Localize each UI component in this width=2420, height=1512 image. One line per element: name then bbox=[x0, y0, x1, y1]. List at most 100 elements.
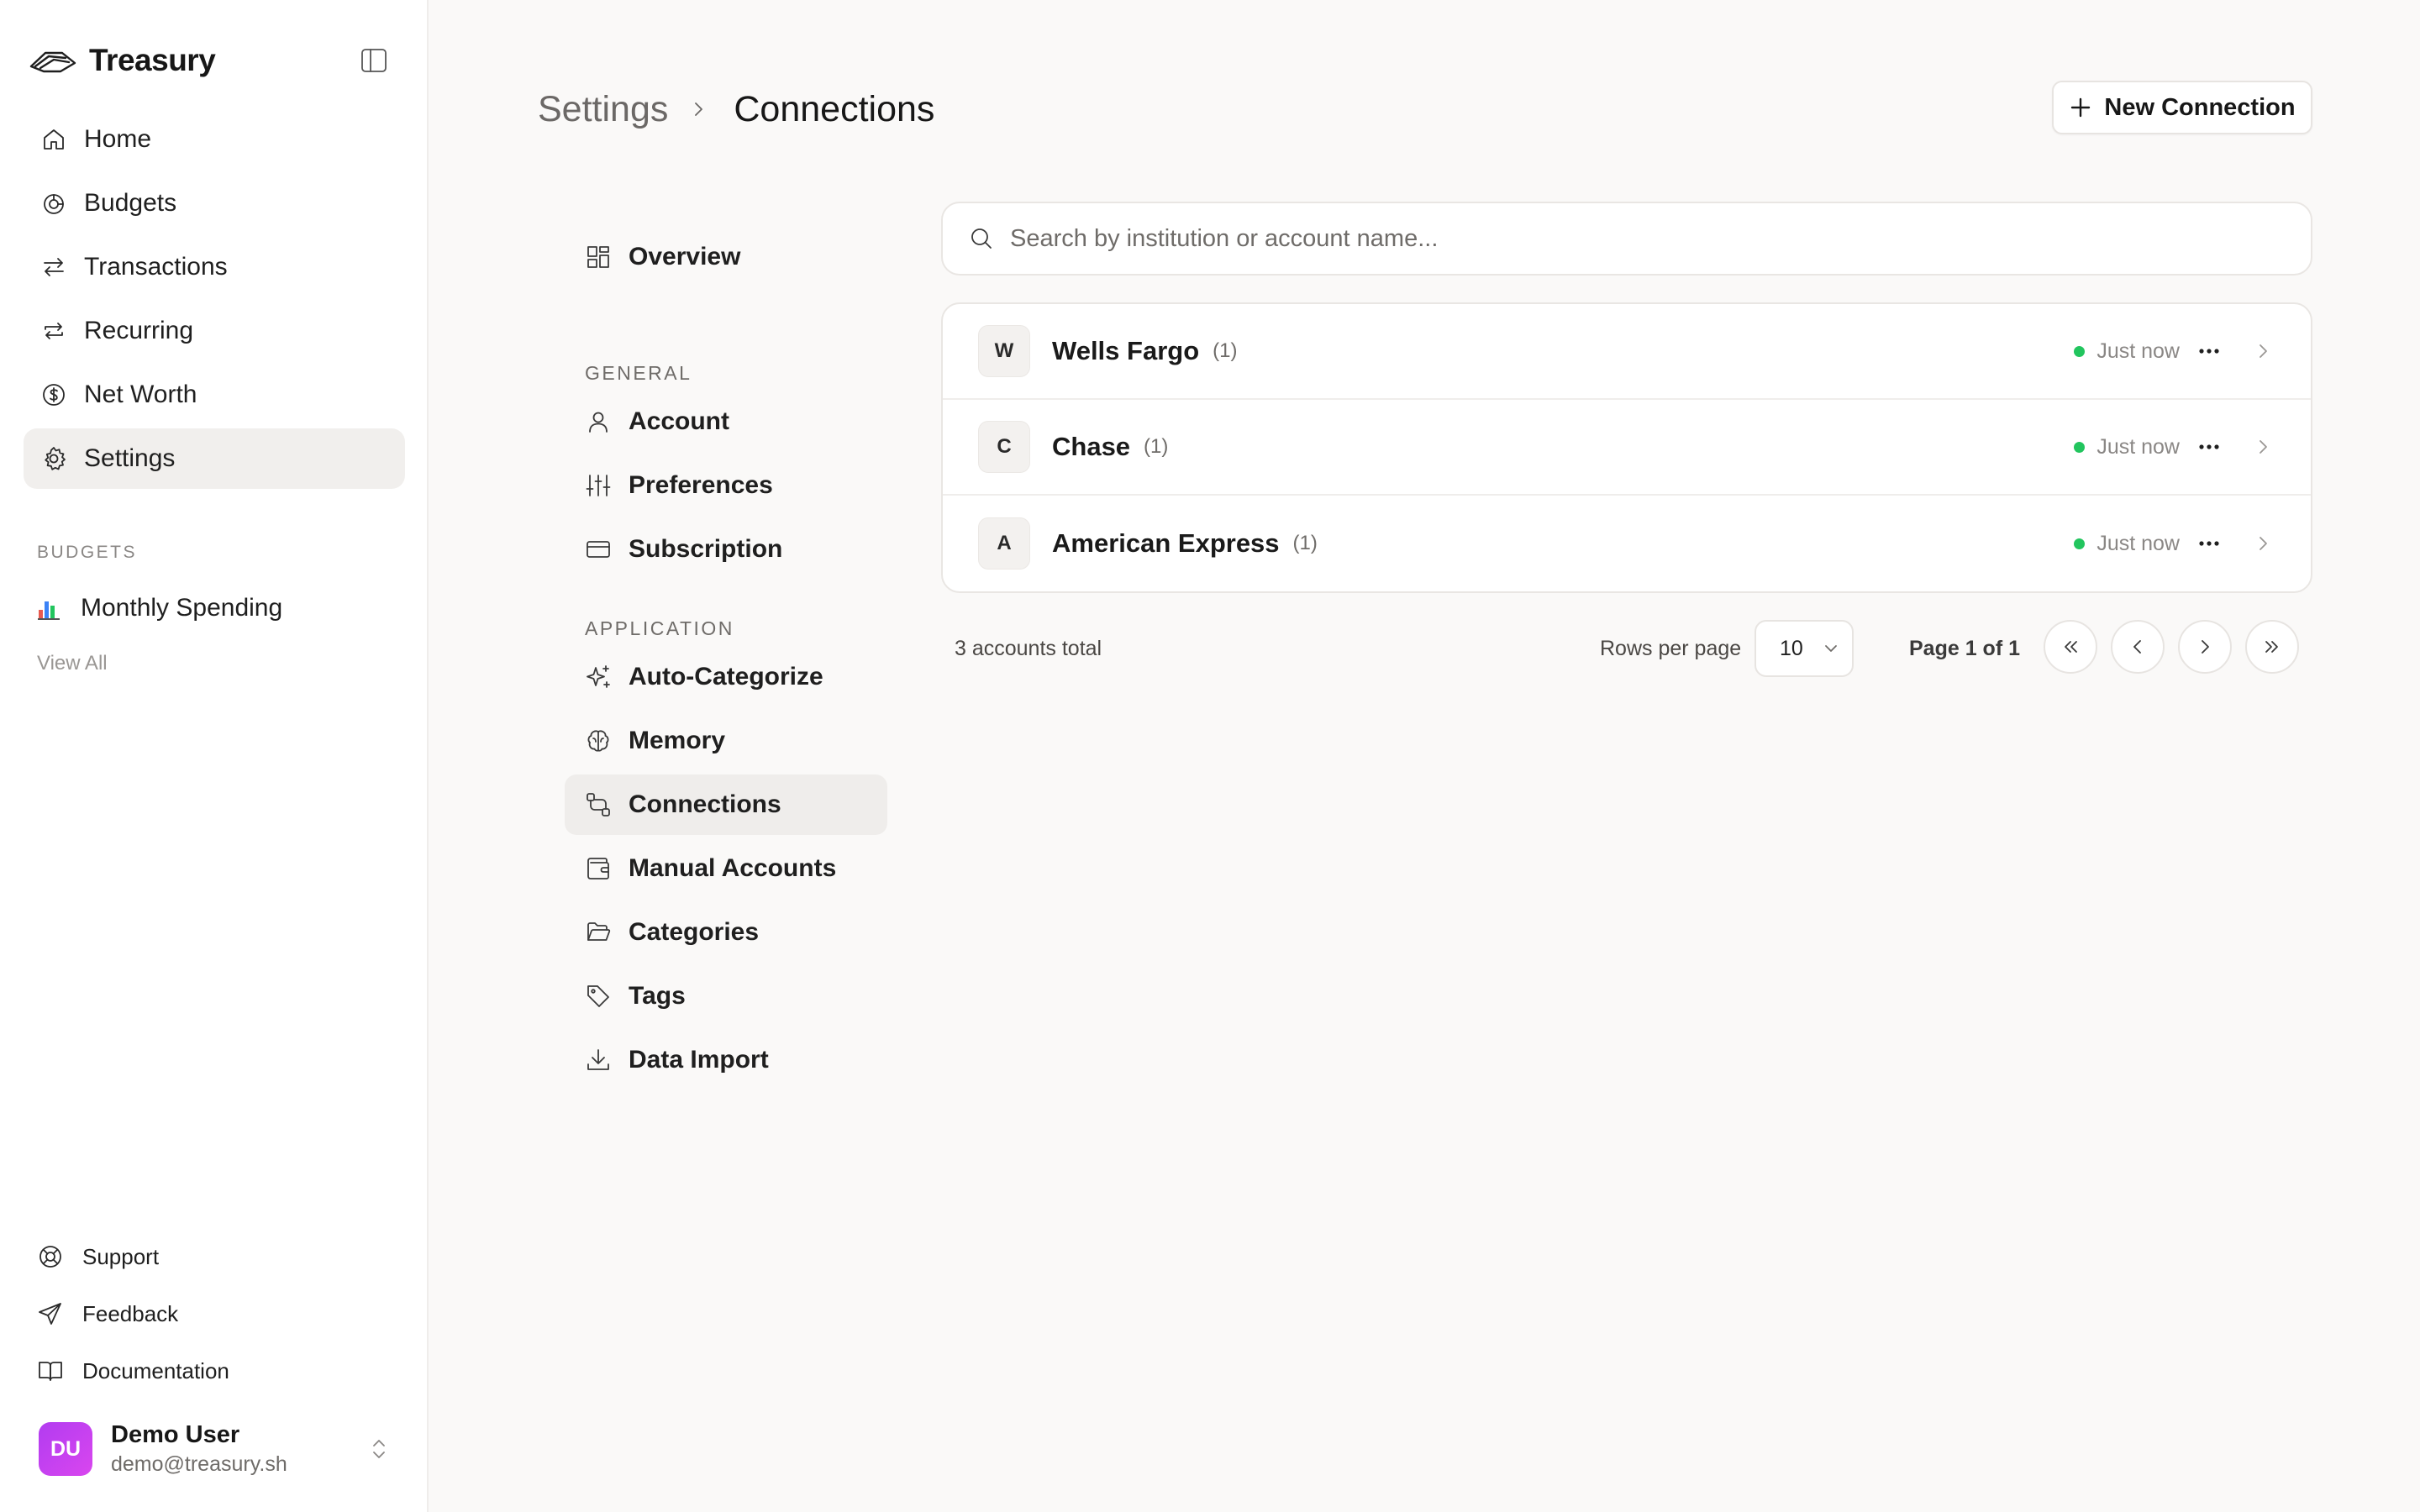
page-indicator: Page 1 of 1 bbox=[1909, 637, 2020, 660]
institution-initial: W bbox=[978, 325, 1030, 377]
last-page-button[interactable] bbox=[2245, 620, 2299, 674]
sync-status-text: Just now bbox=[2096, 531, 2180, 555]
nav-item-label: Net Worth bbox=[84, 381, 197, 408]
user-email: demo@treasury.sh bbox=[111, 1452, 287, 1476]
download-icon bbox=[585, 1047, 612, 1074]
brand[interactable]: Treasury bbox=[29, 40, 216, 81]
sidebar-toggle-icon[interactable] bbox=[360, 47, 388, 74]
settings-item-label: Auto-Categorize bbox=[629, 663, 823, 690]
settings-item-data-import[interactable]: Data Import bbox=[565, 1030, 887, 1090]
settings-item-overview[interactable]: Overview bbox=[565, 227, 887, 287]
support-link[interactable]: Support bbox=[37, 1228, 229, 1285]
connection-row-american-express[interactable]: A American Express (1) Just now bbox=[943, 496, 2311, 591]
first-page-button[interactable] bbox=[2044, 620, 2097, 674]
view-all-link[interactable]: View All bbox=[37, 652, 108, 675]
settings-item-tags[interactable]: Tags bbox=[565, 966, 887, 1026]
rows-per-page-label: Rows per page bbox=[1600, 637, 1742, 660]
status-dot-icon bbox=[2074, 441, 2086, 453]
lifebuoy-icon bbox=[37, 1243, 64, 1270]
status-dot-icon bbox=[2074, 538, 2086, 549]
tag-icon bbox=[585, 983, 612, 1010]
settings-item-label: Connections bbox=[629, 790, 781, 818]
user-menu[interactable]: DU Demo User demo@treasury.sh bbox=[39, 1420, 392, 1478]
institution-name: American Express bbox=[1052, 528, 1280, 558]
more-options-icon[interactable] bbox=[2196, 434, 2222, 459]
rows-per-page-select[interactable]: 10 bbox=[1754, 620, 1854, 677]
bar-chart-icon bbox=[37, 596, 60, 620]
settings-item-memory[interactable]: Memory bbox=[565, 711, 887, 771]
budgets-section-title: BUDGETS bbox=[37, 543, 138, 562]
plus-icon bbox=[2069, 96, 2092, 119]
nav-item-settings[interactable]: Settings bbox=[24, 428, 405, 489]
chevron-down-icon bbox=[1822, 639, 1840, 658]
sidebar: Treasury Home Budgets Transactions Recur… bbox=[0, 0, 429, 1512]
settings-item-label: Preferences bbox=[629, 471, 773, 499]
chevrons-right-icon bbox=[2261, 636, 2283, 658]
net-worth-icon bbox=[40, 381, 67, 408]
chevron-right-icon[interactable] bbox=[2252, 436, 2274, 458]
connections-list: W Wells Fargo (1) Just now C Chase (1) J… bbox=[941, 302, 2312, 593]
settings-item-connections[interactable]: Connections bbox=[565, 774, 887, 835]
settings-item-label: Overview bbox=[629, 243, 741, 270]
app-name: Treasury bbox=[89, 43, 216, 77]
next-page-button[interactable] bbox=[2178, 620, 2232, 674]
search-input[interactable] bbox=[1010, 224, 2311, 253]
settings-item-manual-accounts[interactable]: Manual Accounts bbox=[565, 838, 887, 899]
sync-status: Just now bbox=[2074, 339, 2180, 364]
connection-row-wells-fargo[interactable]: W Wells Fargo (1) Just now bbox=[943, 304, 2311, 400]
new-connection-button[interactable]: New Connection bbox=[2052, 81, 2312, 134]
nav-item-home[interactable]: Home bbox=[24, 109, 405, 170]
settings-item-preferences[interactable]: Preferences bbox=[565, 455, 887, 516]
documentation-link[interactable]: Documentation bbox=[37, 1342, 229, 1399]
avatar: DU bbox=[39, 1422, 92, 1476]
dashboard-icon bbox=[585, 244, 612, 270]
sync-status: Just now bbox=[2074, 532, 2180, 556]
sync-status: Just now bbox=[2074, 435, 2180, 459]
chevron-right-icon bbox=[2194, 636, 2216, 658]
user-name: Demo User bbox=[111, 1421, 240, 1448]
connection-row-chase[interactable]: C Chase (1) Just now bbox=[943, 400, 2311, 496]
account-count: (1) bbox=[1144, 435, 1169, 458]
previous-page-button[interactable] bbox=[2111, 620, 2165, 674]
nav-item-transactions[interactable]: Transactions bbox=[24, 237, 405, 297]
chevrons-up-down-icon[interactable] bbox=[366, 1435, 392, 1463]
book-icon bbox=[37, 1357, 64, 1384]
settings-item-subscription[interactable]: Subscription bbox=[565, 519, 887, 580]
budgets-icon bbox=[40, 190, 67, 217]
send-icon bbox=[37, 1300, 64, 1327]
nav-item-label: Budgets bbox=[84, 189, 177, 217]
nav-item-label: Transactions bbox=[84, 253, 228, 281]
breadcrumb-settings[interactable]: Settings bbox=[538, 89, 668, 130]
chevron-right-icon[interactable] bbox=[2252, 533, 2274, 554]
settings-item-account[interactable]: Account bbox=[565, 391, 887, 452]
settings-item-label: Account bbox=[629, 407, 729, 435]
settings-item-label: Categories bbox=[629, 918, 760, 946]
budget-item-monthly-spending[interactable]: Monthly Spending bbox=[37, 586, 282, 630]
account-count: (1) bbox=[1213, 339, 1238, 362]
chevrons-left-icon bbox=[2060, 636, 2081, 658]
nav-item-budgets[interactable]: Budgets bbox=[24, 173, 405, 234]
more-options-icon[interactable] bbox=[2196, 531, 2222, 556]
settings-item-label: Tags bbox=[629, 982, 686, 1010]
chevron-right-icon[interactable] bbox=[2252, 340, 2274, 362]
general-section-title: GENERAL bbox=[585, 362, 692, 384]
feedback-link[interactable]: Feedback bbox=[37, 1285, 229, 1342]
settings-item-categories[interactable]: Categories bbox=[565, 902, 887, 963]
more-options-icon[interactable] bbox=[2196, 339, 2222, 364]
settings-item-auto-categorize[interactable]: Auto-Categorize bbox=[565, 647, 887, 707]
wallet-icon bbox=[585, 855, 612, 882]
transactions-icon bbox=[40, 254, 67, 281]
breadcrumb: Settings Connections bbox=[538, 84, 934, 134]
gear-icon bbox=[40, 445, 67, 472]
nav-item-recurring[interactable]: Recurring bbox=[24, 301, 405, 361]
pagination-bar: 3 accounts total Rows per page 10 Page 1… bbox=[941, 620, 2312, 677]
support-label: Support bbox=[82, 1243, 160, 1269]
status-dot-icon bbox=[2074, 345, 2086, 357]
folder-open-icon bbox=[585, 919, 612, 946]
nav-item-net-worth[interactable]: Net Worth bbox=[24, 365, 405, 425]
settings-nav: Overview GENERAL Account Preferences Sub… bbox=[565, 227, 887, 1094]
plug-connection-icon bbox=[585, 791, 612, 818]
search-bar bbox=[941, 202, 2312, 276]
recurring-icon bbox=[40, 318, 67, 344]
documentation-label: Documentation bbox=[82, 1357, 229, 1383]
